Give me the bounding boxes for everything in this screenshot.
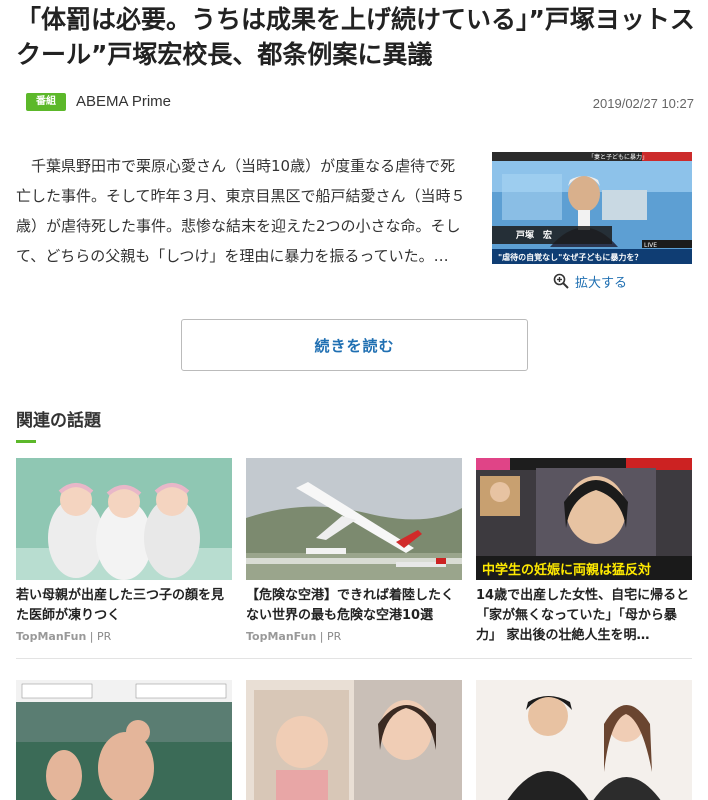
card-sponsor: TopManFun | PR (16, 630, 112, 643)
thumb-top-caption: 「妻と子どもに暴力」 (588, 153, 648, 161)
card-caption: 14歳で出産した女性、自宅に帰ると「家が無くなっていた」「母から暴力」 家出後の… (476, 588, 690, 643)
thumbnail-image: 「妻と子どもに暴力」 戸塚 宏 LIVE "虐待の自覚なし"なぜ子どもに暴力を？ (492, 152, 692, 264)
related-card[interactable] (16, 680, 232, 800)
card-image (476, 680, 692, 800)
section-divider (16, 658, 692, 659)
category-badge: 番組 (26, 93, 66, 111)
card-image: 中学生の妊娠に両親は猛反対 (476, 458, 692, 580)
card-caption: 【危険な空港】できれば着陸したくない世界の最も危険な空港10選 (246, 588, 455, 623)
article-summary: 千葉県野田市で栗原心愛さん（当時10歳）が度重なる虐待で死亡した事件。そして昨年… (16, 157, 466, 265)
thumb-live: LIVE (644, 242, 657, 249)
thumb-bottom-caption: "虐待の自覚なし"なぜ子どもに暴力を？ (498, 252, 642, 262)
card-sponsor: TopManFun | PR (246, 630, 342, 643)
card-overlay-text: 中学生の妊娠に両親は猛反対 (482, 562, 651, 578)
related-card[interactable] (476, 680, 692, 800)
article-meta: 番組 ABEMA Prime 2019/02/27 10:27 (26, 92, 694, 114)
enlarge-label: 拡大する (575, 275, 628, 291)
thumb-name: 戸塚 宏 (516, 229, 552, 241)
card-image (16, 458, 232, 580)
card-image (246, 458, 462, 580)
sponsor-tag: PR (97, 630, 112, 643)
related-card[interactable] (246, 680, 462, 800)
read-more-button[interactable]: 続きを読む (181, 319, 528, 371)
sponsor-name: TopManFun (16, 630, 87, 643)
publish-timestamp: 2019/02/27 10:27 (592, 96, 694, 111)
related-card[interactable]: 中学生の妊娠に両親は猛反対 14歳で出産した女性、自宅に帰ると「家が無くなってい… (476, 458, 692, 646)
zoom-in-icon (553, 273, 569, 289)
related-title-underline (16, 440, 36, 443)
sponsor-name: TopManFun (246, 630, 317, 643)
card-image (246, 680, 462, 800)
card-image (16, 680, 232, 800)
related-card[interactable]: 【危険な空港】できれば着陸したくない世界の最も危険な空港10選 TopManFu… (246, 458, 462, 643)
article-thumbnail[interactable]: 「妻と子どもに暴力」 戸塚 宏 LIVE "虐待の自覚なし"なぜ子どもに暴力を？ (492, 152, 692, 264)
source-link[interactable]: ABEMA Prime (76, 92, 171, 112)
card-caption: 若い母親が出産した三つ子の顔を見た医師が凍りつく (16, 588, 225, 623)
related-card[interactable]: 若い母親が出産した三つ子の顔を見た医師が凍りつく TopManFun | PR (16, 458, 232, 643)
related-section-title: 関連の話題 (16, 411, 101, 431)
enlarge-link[interactable]: 拡大する (553, 271, 627, 291)
sponsor-tag: PR (327, 630, 342, 643)
article-headline: 「体罰は必要。うちは成果を上げ続けている」”戸塚ヨットスクール”戸塚宏校長、都条… (16, 5, 695, 69)
